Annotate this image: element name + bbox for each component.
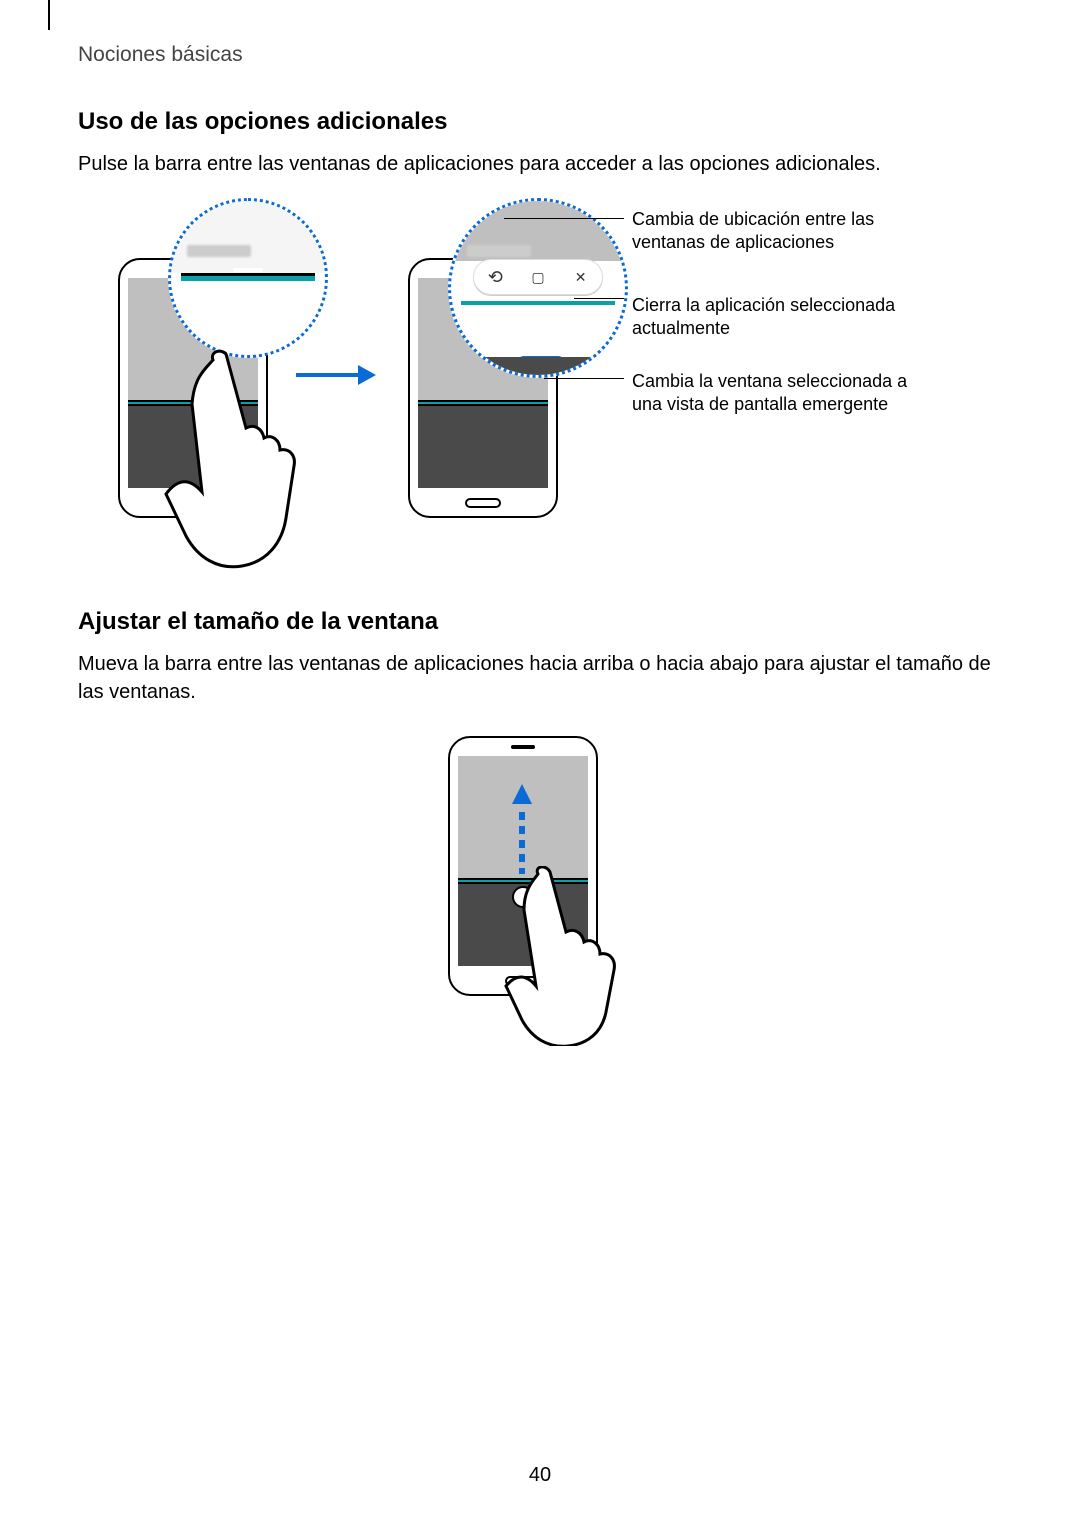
popup-icon [529, 268, 547, 286]
arrow-right-icon [296, 368, 376, 382]
figure-resize [78, 726, 998, 1006]
callout-close: Cierra la aplicación seleccionada actual… [632, 294, 912, 341]
callout-line [504, 218, 624, 219]
section-title-resize: Ajustar el tamaño de la ventana [78, 608, 998, 636]
section-title-options: Uso de las opciones adicionales [78, 108, 998, 136]
body-text-options: Pulse la barra entre las ventanas de apl… [78, 150, 998, 178]
body-text-resize: Mueva la barra entre las ventanas de apl… [78, 650, 998, 706]
breadcrumb: Nociones básicas [78, 43, 243, 67]
page-corner-mark [48, 0, 50, 30]
close-icon [572, 268, 590, 286]
swap-icon [486, 268, 504, 286]
drag-up-arrow-icon [512, 784, 532, 874]
options-pill [473, 259, 603, 295]
hand-pointer-left [158, 348, 338, 578]
callout-popup: Cambia la ventana seleccionada a una vis… [632, 370, 912, 417]
callout-swap: Cambia de ubicación entre las ventanas d… [632, 208, 912, 255]
magnifier-left [168, 198, 328, 358]
figure-options: Cambia de ubicación entre las ventanas d… [78, 198, 998, 578]
magnifier-right [448, 198, 628, 378]
callout-line [574, 298, 624, 299]
callout-line [544, 378, 624, 379]
hand-pointer-resize [494, 866, 654, 1046]
page-number: 40 [529, 1464, 551, 1487]
